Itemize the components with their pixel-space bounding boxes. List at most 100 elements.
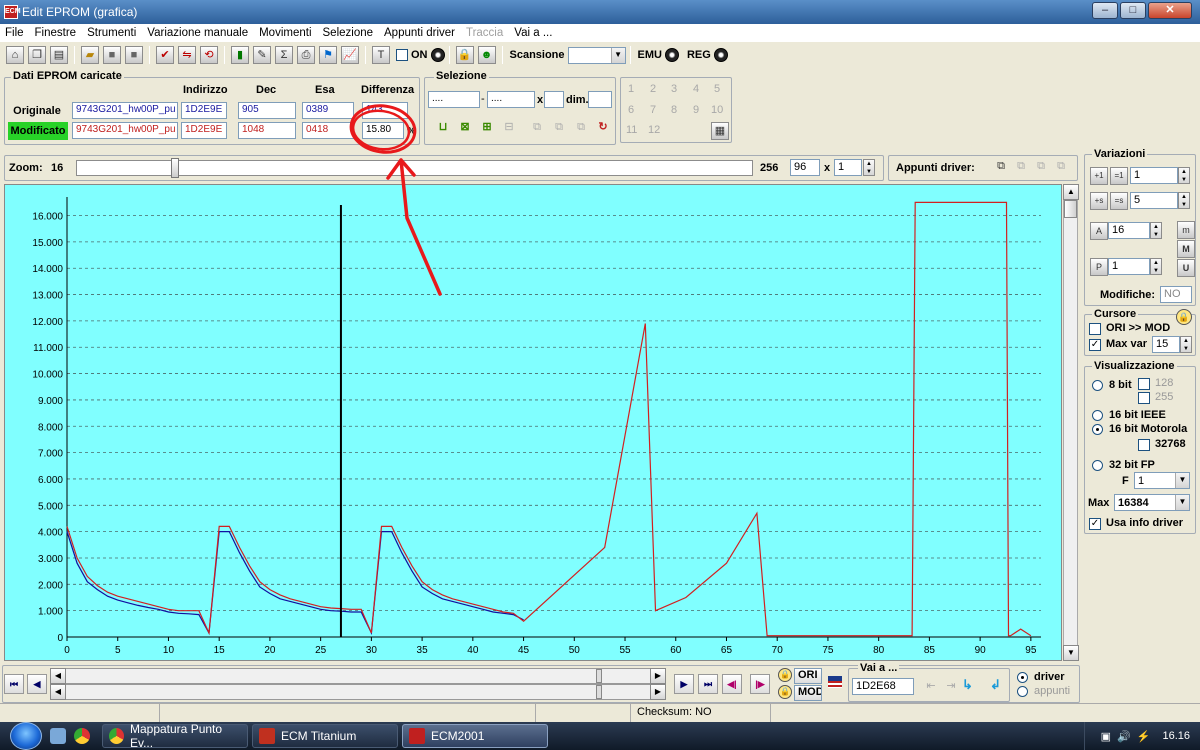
zoom-mult-field[interactable]: 1 (834, 159, 862, 176)
menu-variazione-manuale[interactable]: Variazione manuale (142, 27, 254, 39)
scroll-left-button[interactable]: ◀ (50, 668, 66, 684)
modificato-diff-field[interactable]: 15.80 (362, 122, 404, 139)
goto-start-icon[interactable]: ⇤ (922, 678, 940, 696)
home-icon[interactable]: ⌂ (6, 46, 24, 64)
scroll-thumb-top[interactable] (596, 669, 602, 683)
ieee-radio[interactable] (1092, 410, 1103, 421)
lock-cursor-icon[interactable]: 🔒 (1176, 309, 1192, 325)
edit-icon[interactable]: ✎ (253, 46, 271, 64)
M-button[interactable]: M (1177, 240, 1195, 258)
vai-a-field[interactable]: 1D2E68 (852, 678, 914, 695)
minus-step-icon[interactable]: =s (1110, 192, 1128, 210)
plus-step-icon[interactable]: +s (1090, 192, 1108, 210)
originale-file-field[interactable]: 9743G201_hw00P_pu (72, 102, 178, 119)
selezione-x-field[interactable] (544, 91, 564, 108)
percent-step-icon[interactable]: P (1090, 258, 1108, 276)
f-select[interactable]: 1 ▼ (1134, 472, 1190, 489)
network-icon[interactable]: ▣ (1101, 730, 1111, 743)
select-block-icon[interactable]: ⊞ (478, 119, 496, 137)
first-icon[interactable]: ⏮ (4, 674, 24, 694)
scroll-up-button[interactable]: ▲ (1063, 184, 1079, 200)
select-range-icon[interactable]: ⊠ (456, 119, 474, 137)
next-mod-icon[interactable]: |▶ (750, 674, 770, 694)
calculator-icon[interactable]: ▦ (711, 122, 729, 140)
selezione-dim-field[interactable] (588, 91, 612, 108)
bit8-radio[interactable] (1092, 380, 1103, 391)
zoom-value-field[interactable]: 96 (790, 159, 820, 176)
plus-one-icon[interactable]: +1 (1090, 167, 1108, 185)
menu-file[interactable]: File (0, 27, 30, 39)
reg-indicator-icon[interactable] (713, 48, 728, 62)
chrome-icon[interactable] (74, 728, 90, 744)
menu-finestre[interactable]: Finestre (30, 27, 83, 39)
emu-indicator-icon[interactable] (664, 48, 679, 62)
prev-page-icon[interactable]: ◀ (27, 674, 47, 694)
sum-icon[interactable]: Σ (275, 46, 293, 64)
windows-icon[interactable]: ❐ (28, 46, 46, 64)
clipboard-edit-icon[interactable]: ⧉ (1032, 158, 1050, 176)
c255-checkbox[interactable] (1138, 392, 1150, 404)
power-icon[interactable]: ⚡ (1137, 730, 1151, 743)
start-button[interactable] (10, 722, 42, 750)
fp32-radio[interactable] (1092, 460, 1103, 471)
refresh-icon[interactable]: ↻ (594, 119, 612, 137)
mod-lock-icon[interactable]: 🔒 (778, 685, 792, 699)
flag-icon[interactable]: ⚑ (319, 46, 337, 64)
originale-esa-field[interactable]: 0389 (302, 102, 354, 119)
check-icon[interactable]: ✔ (156, 46, 174, 64)
volume-icon[interactable]: 🔊 (1117, 730, 1131, 743)
flag-uk-icon[interactable] (828, 676, 842, 688)
horizontal-scrollbar-top[interactable] (50, 668, 666, 684)
chart-area[interactable]: 0 1.000 2.000 3.000 4.000 5.000 6.000 7.000 8.00… (4, 184, 1062, 661)
appunti-radio[interactable] (1017, 686, 1028, 697)
copy-icon[interactable]: ⧉ (528, 119, 546, 137)
lock-icon[interactable]: 🔒 (455, 46, 474, 64)
variazione-3-field[interactable]: 16 (1108, 222, 1150, 239)
modificato-dec-field[interactable]: 1048 (238, 122, 296, 139)
zoom-slider-thumb[interactable] (170, 158, 179, 178)
save-as-icon[interactable]: ■ (125, 46, 143, 64)
variazione-2-field[interactable]: 5 (1130, 192, 1178, 209)
save-icon[interactable]: ■ (103, 46, 121, 64)
modificato-esa-field[interactable]: 0418 (302, 122, 354, 139)
selezione-from-field[interactable]: .... (428, 91, 480, 108)
next-icon[interactable]: ▶ (674, 674, 694, 694)
filter-icon[interactable]: T (372, 46, 390, 64)
mod-button[interactable]: MOD (794, 685, 822, 701)
select-left-icon[interactable]: ⊔ (434, 119, 452, 137)
clipboard-add-icon[interactable]: ⧉ (1012, 158, 1030, 176)
reset-icon[interactable]: ⟲ (200, 46, 218, 64)
chart-vertical-scrollbar[interactable]: ▲ ▼ (1063, 184, 1079, 661)
goto-end-icon[interactable]: ⇥ (942, 678, 960, 696)
U-button[interactable]: U (1177, 259, 1195, 277)
scroll-down-button[interactable]: ▼ (1063, 645, 1079, 661)
graph-icon[interactable]: 📈 (341, 46, 359, 64)
print-icon[interactable]: ⎙ (297, 46, 315, 64)
minus-one-icon[interactable]: =1 (1110, 167, 1128, 185)
minimize-button[interactable]: – (1092, 2, 1118, 19)
task-ecm2001[interactable]: ECM2001 (402, 724, 548, 748)
last-icon[interactable]: ⏭ (698, 674, 718, 694)
move-left-icon[interactable]: ↳ (962, 677, 973, 693)
variazione-1-field[interactable]: 1 (1130, 167, 1178, 184)
originale-indirizzo-field[interactable]: 1D2E9E (181, 102, 227, 119)
scroll-right-button[interactable]: ▶ (650, 668, 666, 684)
eprom-graph[interactable]: 0 1.000 2.000 3.000 4.000 5.000 6.000 7.000 8.00… (5, 185, 1061, 660)
open-folder-icon[interactable]: ▰ (81, 46, 99, 64)
m-button[interactable]: m (1177, 221, 1195, 239)
scroll-right-button-2[interactable]: ▶ (650, 684, 666, 700)
usa-info-checkbox[interactable]: ✓ (1089, 518, 1101, 530)
on-indicator-icon[interactable] (430, 48, 445, 62)
c128-checkbox[interactable] (1138, 378, 1150, 390)
max-var-field[interactable]: 15 (1152, 336, 1180, 353)
paste-icon[interactable]: ⧉ (550, 119, 568, 137)
select-clear-icon[interactable]: ⊟ (500, 119, 518, 137)
scroll-left-button-2[interactable]: ◀ (50, 684, 66, 700)
ori-lock-icon[interactable]: 🔒 (778, 668, 792, 682)
selezione-to-field[interactable]: .... (487, 91, 535, 108)
modificato-indirizzo-field[interactable]: 1D2E9E (181, 122, 227, 139)
originale-dec-field[interactable]: 905 (238, 102, 296, 119)
compare-icon[interactable]: ⇋ (178, 46, 196, 64)
prev-mod-icon[interactable]: ◀| (722, 674, 742, 694)
menu-vai-a[interactable]: Vai a ... (509, 27, 558, 39)
